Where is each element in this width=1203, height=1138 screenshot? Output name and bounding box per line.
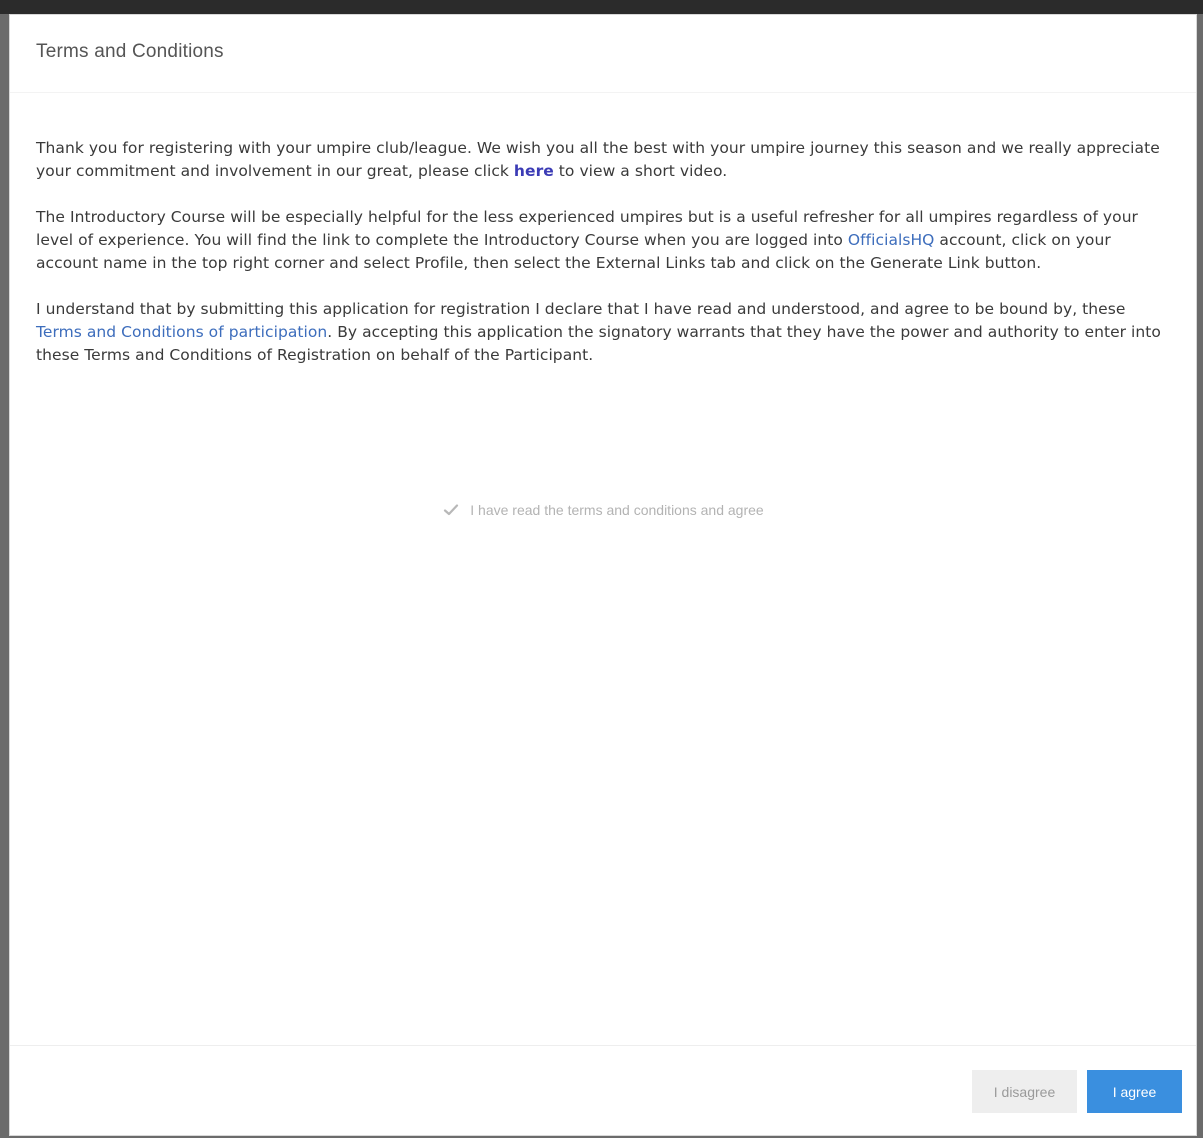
agree-checkbox-label[interactable]: I have read the terms and conditions and… — [470, 502, 763, 518]
agree-checkbox-row[interactable]: I have read the terms and conditions and… — [10, 501, 1196, 519]
dialog-footer: I disagree I agree — [10, 1045, 1196, 1135]
officialshq-link[interactable]: OfficialsHQ — [848, 231, 935, 249]
agree-checkbox[interactable] — [442, 501, 460, 519]
intro-course-paragraph: The Introductory Course will be especial… — [36, 206, 1172, 275]
declaration-text-start: I understand that by submitting this app… — [36, 300, 1126, 318]
agree-button[interactable]: I agree — [1087, 1070, 1182, 1113]
terms-participation-link[interactable]: Terms and Conditions of participation — [36, 323, 327, 341]
terms-dialog: Terms and Conditions Thank you for regis… — [9, 14, 1197, 1136]
video-link[interactable]: here — [514, 162, 554, 180]
declaration-paragraph: I understand that by submitting this app… — [36, 298, 1172, 367]
dialog-title: Terms and Conditions — [36, 41, 224, 62]
dialog-body: Thank you for registering with your umpi… — [10, 93, 1196, 1047]
welcome-text-end: to view a short video. — [553, 162, 728, 180]
checkmark-icon — [444, 504, 459, 516]
disagree-button[interactable]: I disagree — [972, 1070, 1077, 1113]
top-bar — [0, 0, 1203, 14]
welcome-paragraph: Thank you for registering with your umpi… — [36, 137, 1172, 183]
dialog-header: Terms and Conditions — [10, 15, 1196, 93]
